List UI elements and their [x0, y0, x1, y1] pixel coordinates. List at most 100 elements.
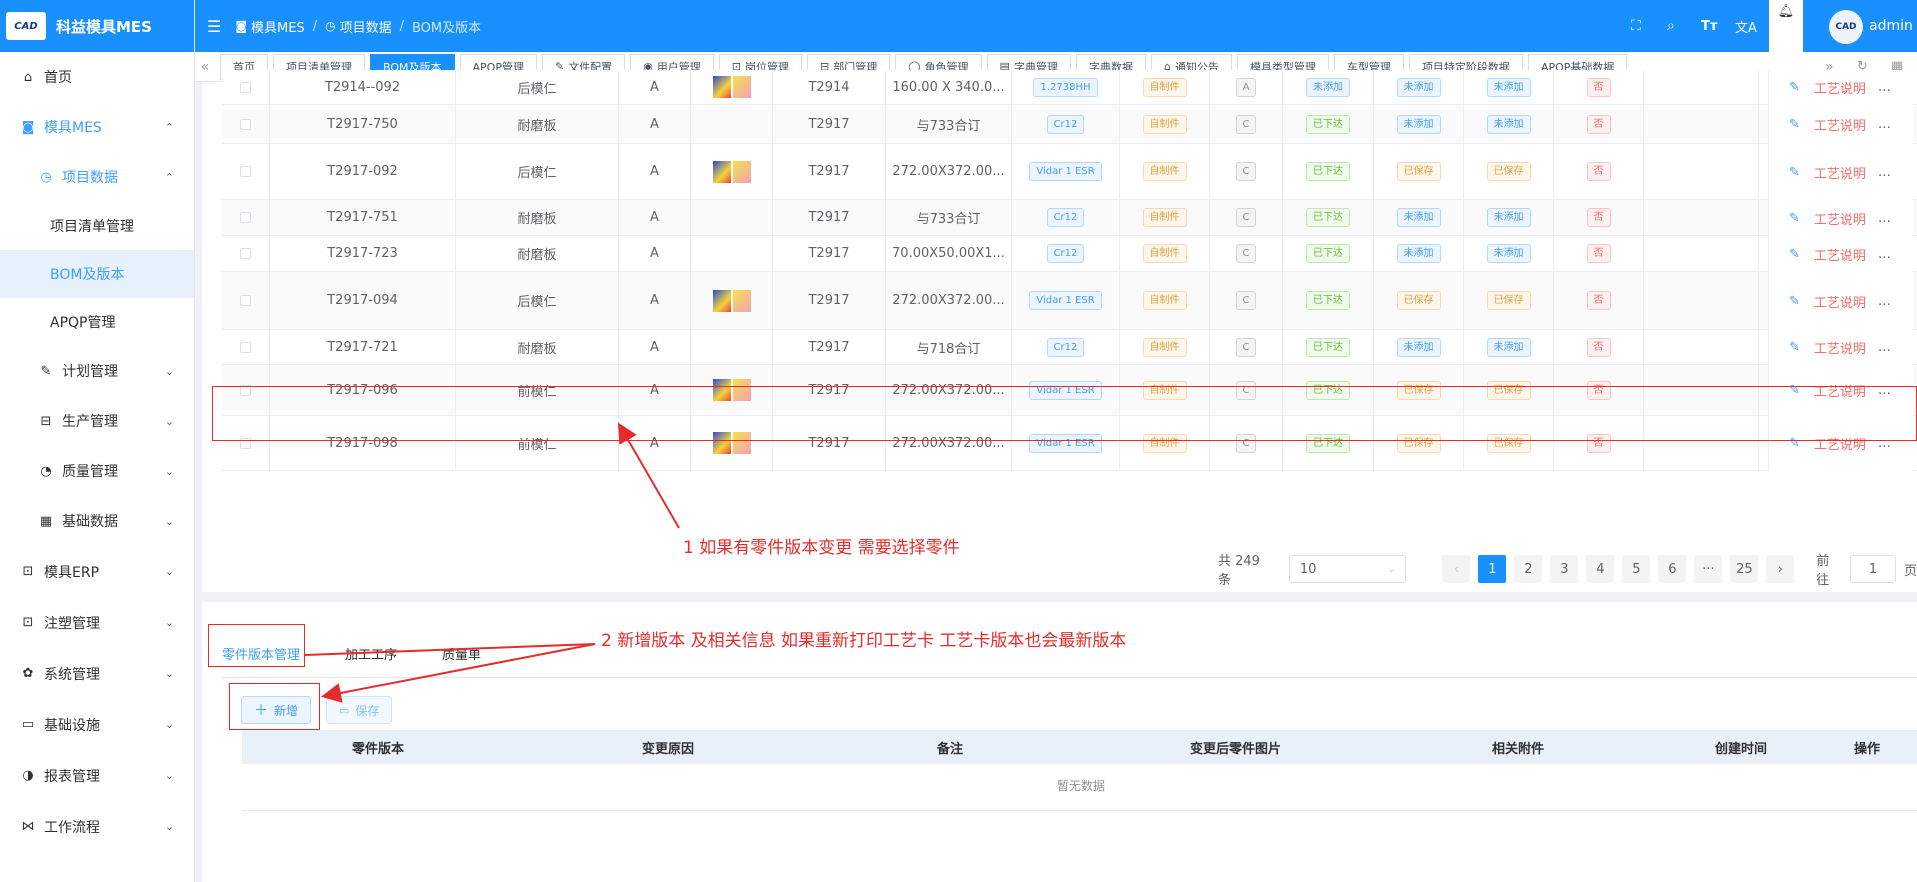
row-checkbox[interactable]: [240, 81, 251, 93]
part-thumbnail[interactable]: [712, 289, 751, 312]
row-checkbox[interactable]: [240, 248, 251, 259]
sidebar-item[interactable]: ◷ 项目数据 ⌃: [0, 152, 194, 202]
part-thumbnail[interactable]: [712, 76, 751, 98]
sidebar-item[interactable]: ⊡ 模具ERP ⌄: [0, 546, 194, 597]
edit-icon[interactable]: ✎: [1789, 165, 1800, 180]
cell-mat: Vidar 1 ESR: [1012, 144, 1120, 199]
sidebar-item[interactable]: ✿ 系统管理 ⌄: [0, 648, 194, 699]
sidebar-item[interactable]: ◙ 模具MES ⌃: [0, 102, 194, 152]
page-button[interactable]: ···: [1694, 555, 1723, 583]
sidebar-item[interactable]: ✎ 计划管理 ⌄: [0, 346, 194, 396]
status-badge: 否: [1586, 244, 1611, 263]
bell-icon[interactable]: 🔔︎: [1778, 4, 1795, 52]
tab-process[interactable]: 加工工序: [345, 644, 397, 663]
hamburger-icon[interactable]: ☰: [207, 17, 221, 36]
clock-icon: ◷: [325, 19, 336, 33]
cell-proj: T2917: [773, 236, 886, 271]
sidebar-item[interactable]: ⌂ 首页: [0, 52, 194, 102]
process-note-link[interactable]: 工艺说明: [1814, 338, 1866, 357]
home-icon: ⌂: [23, 69, 33, 85]
sidebar-item[interactable]: 项目清单管理: [0, 202, 194, 250]
tab-quality[interactable]: 质量单: [442, 644, 481, 663]
page-button[interactable]: 2: [1514, 555, 1543, 583]
cell-s1: 已下达: [1283, 200, 1374, 235]
process-note-link[interactable]: 工艺说明: [1814, 163, 1866, 182]
breadcrumb-2[interactable]: 项目数据: [340, 17, 392, 36]
cell-flag: 否: [1554, 200, 1644, 235]
status-badge: 否: [1586, 162, 1611, 181]
more-icon[interactable]: …: [1878, 247, 1891, 262]
process-note-link[interactable]: 工艺说明: [1814, 292, 1866, 311]
process-note-link[interactable]: 工艺说明: [1814, 245, 1866, 264]
avatar[interactable]: CAD: [1829, 10, 1863, 44]
sidebar-item-label: BOM及版本: [50, 267, 125, 283]
row-checkbox[interactable]: [240, 166, 251, 177]
save-icon: ▭: [339, 703, 350, 717]
row-checkbox[interactable]: [240, 341, 251, 353]
translate-icon[interactable]: 文A: [1735, 17, 1757, 36]
chevron-up-icon: ⌃: [164, 170, 174, 184]
edit-icon[interactable]: ✎: [1789, 247, 1800, 262]
page-button[interactable]: 25: [1730, 555, 1759, 583]
process-note-link[interactable]: 工艺说明: [1814, 209, 1866, 228]
page-button[interactable]: 5: [1622, 555, 1651, 583]
more-icon[interactable]: …: [1878, 80, 1891, 95]
sidebar-item[interactable]: ⋈ 工作流程 ⌄: [0, 801, 194, 852]
prev-page-icon[interactable]: ‹: [1442, 555, 1471, 583]
page-button[interactable]: 6: [1658, 555, 1687, 583]
row-checkbox[interactable]: [240, 118, 251, 130]
sidebar-item[interactable]: ◔ 质量管理 ⌄: [0, 446, 194, 496]
sidebar-item[interactable]: APQP管理: [0, 298, 194, 346]
more-icon[interactable]: …: [1878, 294, 1891, 309]
cell-ver: A: [619, 70, 691, 104]
font-size-icon[interactable]: Tт: [1701, 19, 1717, 34]
more-icon[interactable]: …: [1878, 117, 1891, 132]
cell-blank: [1644, 330, 1759, 364]
next-page-icon[interactable]: ›: [1766, 555, 1795, 583]
page-button[interactable]: 1: [1478, 555, 1507, 583]
edit-icon[interactable]: ✎: [1789, 80, 1800, 95]
sidebar-item[interactable]: ⊡ 注塑管理 ⌄: [0, 597, 194, 648]
table-row[interactable]: T2917-723 耐磨板 A T2917 70.00X50.00X1... Cr12 自制…: [222, 236, 1917, 272]
row-checkbox[interactable]: [240, 295, 251, 306]
notification-area[interactable]: 🔔︎: [1769, 0, 1803, 52]
fullscreen-icon[interactable]: ⛶: [1631, 18, 1641, 34]
process-note-link[interactable]: 工艺说明: [1814, 78, 1866, 97]
table-row[interactable]: T2917-092 后模仁 A T2917 272.00X372.00... Vidar …: [222, 144, 1917, 200]
sidebar-item[interactable]: ▦ 基础数据 ⌄: [0, 496, 194, 546]
process-note-link[interactable]: 工艺说明: [1814, 115, 1866, 134]
cell-grade: C: [1210, 144, 1283, 199]
sidebar-item[interactable]: BOM及版本: [0, 250, 194, 298]
table-row[interactable]: T2917-721 耐磨板 A T2917 与718合订 Cr12 自制件 C 已下达 未添加 未添…: [222, 330, 1917, 365]
edit-icon[interactable]: ✎: [1789, 294, 1800, 309]
more-icon[interactable]: …: [1878, 165, 1891, 180]
cell-text: 272.00X372.00...: [892, 293, 1005, 308]
table-row[interactable]: T2914--092 后模仁 A T2914 160.00 X 340.0... 1.27…: [222, 70, 1917, 105]
page-button[interactable]: 4: [1586, 555, 1615, 583]
more-icon[interactable]: …: [1878, 211, 1891, 226]
page-jump-input[interactable]: 1: [1850, 555, 1896, 583]
tabs-scroll-left-icon[interactable]: «: [195, 59, 215, 75]
page-button[interactable]: 3: [1550, 555, 1579, 583]
sidebar-item[interactable]: ◑ 报表管理 ⌄: [0, 750, 194, 801]
page-size-select[interactable]: 10 ⌄: [1288, 555, 1407, 583]
table-row[interactable]: T2917-751 耐磨板 A T2917 与733合订 Cr12 自制件 C 已下达 未添加 未添…: [222, 200, 1917, 236]
breadcrumb-1[interactable]: 模具MES: [251, 17, 305, 36]
cell-proj: T2914: [773, 70, 886, 104]
sidebar-item[interactable]: ⊟ 生产管理 ⌄: [0, 396, 194, 446]
table-row[interactable]: T2917-750 耐磨板 A T2917 与733合订 Cr12 自制件 C 已下达 未添加 未添…: [222, 105, 1917, 144]
edit-icon[interactable]: ✎: [1789, 117, 1800, 132]
username[interactable]: admin: [1869, 18, 1913, 34]
save-button[interactable]: ▭ 保存: [326, 696, 393, 724]
table-row[interactable]: T2917-094 后模仁 A T2917 272.00X372.00... Vidar …: [222, 272, 1917, 330]
edit-icon[interactable]: ✎: [1789, 211, 1800, 226]
sidebar-item[interactable]: ▭ 基础设施 ⌄: [0, 699, 194, 750]
cell-flag: 否: [1554, 330, 1644, 364]
page-size-value: 10: [1299, 561, 1317, 577]
app-logo[interactable]: CAD 科益模具MES: [0, 0, 194, 52]
more-icon[interactable]: …: [1878, 340, 1891, 355]
row-checkbox[interactable]: [240, 212, 251, 223]
search-icon[interactable]: ⌕: [1667, 18, 1675, 34]
part-thumbnail[interactable]: [712, 160, 751, 183]
edit-icon[interactable]: ✎: [1789, 340, 1800, 355]
